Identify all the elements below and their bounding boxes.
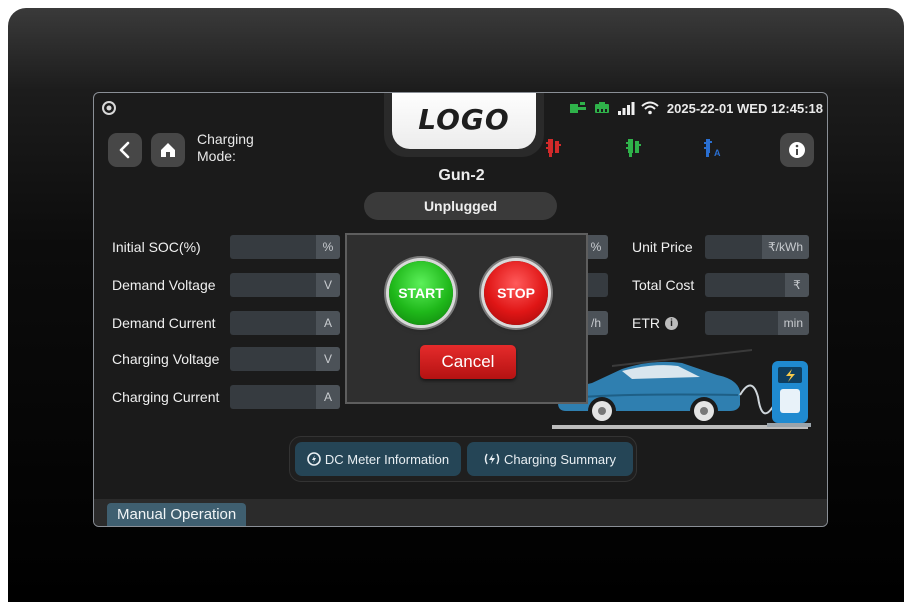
start-button[interactable]: START [389,261,453,325]
home-button[interactable] [151,133,185,167]
field-label: Charging Current [112,389,220,405]
cancel-button[interactable]: Cancel [420,345,516,379]
home-icon [161,143,175,157]
logo-tab: LOGO [384,93,544,157]
gauge-icon [307,452,321,466]
charging-voltage-field: V [230,347,340,371]
field-label: Unit Price [632,239,693,255]
info-icon [789,142,805,158]
etr-field: min [705,311,809,335]
chevron-left-icon [119,141,130,159]
charging-mode-label: Charging Mode: [197,131,254,164]
initial-soc-field: % [230,235,340,259]
field-row: Unit Price [632,234,693,260]
field-row: ETR i [632,310,678,336]
datetime: 2025-22-01 WED 12:45:18 [666,100,823,116]
field-unit: min [777,311,809,335]
gun-green-icon [626,139,641,157]
field-row: Total Cost [632,272,694,298]
field-unit: ₹ [785,273,809,297]
etr-info-icon[interactable]: i [665,316,678,330]
dc-meter-information-button[interactable]: DC Meter Information [295,442,461,476]
hmi-screen: 2025-22-01 WED 12:45:18 LOGO Charging Mo… [93,92,828,527]
field-unit: ₹/kWh [762,235,809,259]
tab-label: DC Meter Information [324,451,450,467]
demand-current-field: A [230,311,340,335]
charging-current-field: A [230,385,340,409]
field-label: Total Cost [632,277,695,293]
stop-button[interactable]: STOP [484,261,548,325]
signal-icon [617,102,635,115]
manual-operation-button[interactable]: Manual Operation [107,503,247,526]
network-icon [569,102,586,113]
field-row: Initial SOC(%) [112,234,230,260]
gun-red-icon [546,139,561,157]
ev-charging-illustration [552,349,811,429]
logo-plate: LOGO [392,93,536,149]
gun-status-badge: Unplugged [364,192,557,220]
field-label: Demand Current [112,315,216,331]
gun-title: Gun-2 [438,167,485,184]
gun-blue-badge: A [714,148,721,158]
info-tabs-bar: DC Meter Information Charging Summary [289,436,637,482]
footer-bar: Manual Operation [94,499,827,526]
ethernet-icon [594,102,609,113]
field-row: Demand Voltage [112,272,230,298]
field-unit: V [316,347,340,371]
charging-signal-icon [484,453,500,465]
field-row: Charging Current [112,384,230,410]
total-cost-field: ₹ [705,273,809,297]
field-unit: % [316,235,340,259]
field-label: Demand Voltage [112,277,216,293]
charging-summary-button[interactable]: Charging Summary [467,442,633,476]
field-row: Charging Voltage [112,346,230,372]
demand-voltage-field: V [230,273,340,297]
info-button[interactable] [780,133,814,167]
field-unit: A [316,385,340,409]
back-button[interactable] [108,133,142,167]
field-label: Charging Voltage [112,351,220,367]
field-unit: A [316,311,340,335]
field-label: Initial SOC(%) [112,239,201,255]
field-label: ETR [632,315,660,331]
logo: LOGO [418,102,510,136]
tab-label: Charging Summary [504,451,616,467]
unit-price-field: ₹/kWh [705,235,809,259]
field-row: Demand Current [112,310,230,336]
start-stop-dialog: START STOP Cancel [345,233,588,404]
power-icon [102,101,116,115]
wifi-icon [641,101,659,115]
field-unit: V [316,273,340,297]
